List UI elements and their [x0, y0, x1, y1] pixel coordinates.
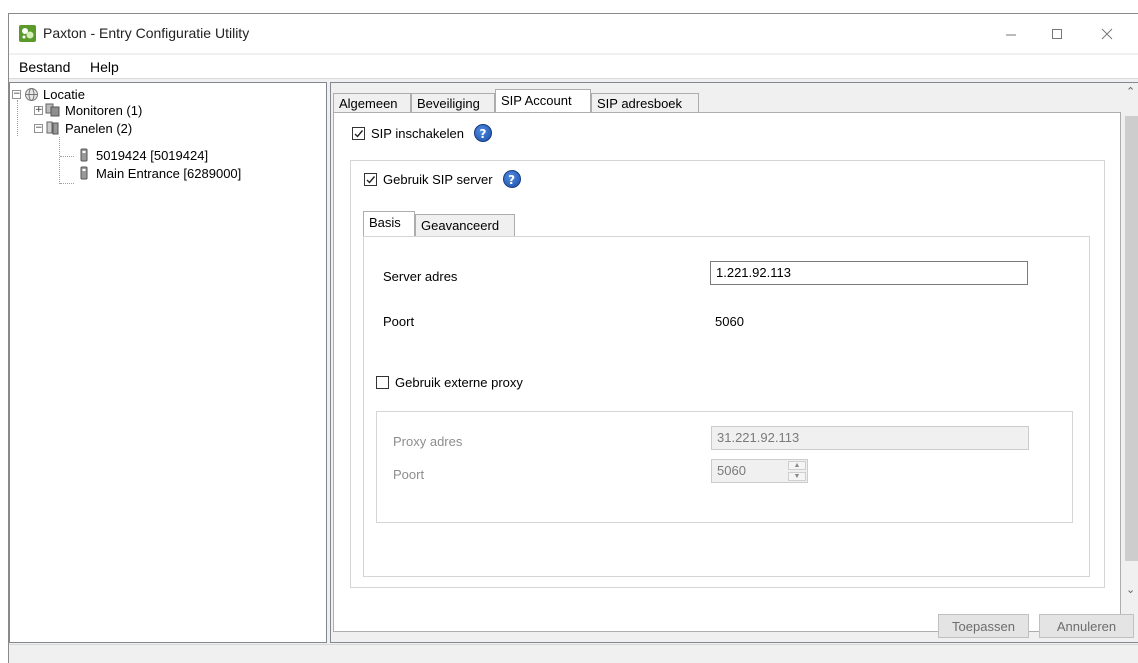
- help-icon[interactable]: ?: [502, 170, 521, 188]
- location-tree: − Locatie + Monitoren (1) − Panelen (2): [9, 82, 327, 643]
- tree-node-monitoren[interactable]: + Monitoren (1): [34, 102, 142, 118]
- proxy-address-label: Proxy adres: [393, 434, 463, 449]
- tab-sip-account[interactable]: SIP Account: [495, 89, 591, 113]
- tab-beveiliging[interactable]: Beveiliging: [411, 93, 495, 113]
- external-proxy-label: Gebruik externe proxy: [395, 375, 523, 390]
- menu-bar: Bestand Help: [9, 55, 1138, 79]
- server-address-input[interactable]: 1.221.92.113: [710, 261, 1028, 285]
- sip-enable-label: SIP inschakelen: [371, 125, 464, 141]
- sip-enable-checkbox[interactable]: [352, 126, 365, 140]
- expand-icon[interactable]: +: [34, 105, 43, 115]
- external-proxy-row: Gebruik externe proxy: [376, 375, 523, 390]
- subtab-geavanceerd[interactable]: Geavanceerd: [415, 214, 515, 236]
- tree-connector: [59, 137, 60, 184]
- apply-button[interactable]: Toepassen: [938, 614, 1029, 638]
- status-bar: [9, 644, 1138, 663]
- panel-group-icon: [45, 120, 61, 136]
- tree-connector: [17, 100, 18, 136]
- window-title: Paxton - Entry Configuratie Utility: [43, 25, 250, 41]
- panel-icon: [76, 165, 92, 181]
- menu-bestand[interactable]: Bestand: [19, 59, 70, 75]
- cancel-button[interactable]: Annuleren: [1039, 614, 1134, 638]
- use-sip-server-row: Gebruik SIP server ?: [364, 170, 521, 188]
- tree-node-locatie[interactable]: − Locatie: [12, 86, 85, 102]
- app-window: Paxton - Entry Configuratie Utility Best…: [8, 13, 1138, 663]
- proxy-port-stepper[interactable]: 5060 ▲ ▼: [711, 459, 808, 483]
- tree-label-panelen: Panelen (2): [65, 120, 133, 136]
- collapse-icon[interactable]: −: [12, 89, 21, 99]
- minimize-icon: [1006, 34, 1016, 35]
- sip-enable-row: SIP inschakelen ?: [352, 124, 492, 142]
- close-button[interactable]: [1084, 14, 1130, 53]
- use-sip-server-checkbox[interactable]: [364, 172, 377, 186]
- proxy-port-label: Poort: [393, 467, 425, 482]
- port-spinner: ▲ ▼: [788, 460, 806, 482]
- tab-sip-adresboek[interactable]: SIP adresboek: [591, 93, 699, 113]
- proxy-address-input[interactable]: 31.221.92.113: [711, 426, 1029, 450]
- tree-node-panelen[interactable]: − Panelen (2): [34, 120, 132, 136]
- tree-connector: [60, 156, 74, 157]
- tree-connector: [60, 183, 74, 184]
- port-value: 5060: [715, 314, 744, 329]
- checkmark-icon: [366, 175, 376, 184]
- monitor-group-icon: [45, 102, 61, 118]
- scroll-up-icon[interactable]: ⌃: [1126, 85, 1135, 98]
- close-icon: [1101, 28, 1113, 39]
- minimize-button[interactable]: [988, 14, 1034, 53]
- spin-down-icon[interactable]: ▼: [788, 472, 806, 481]
- tab-algemeen[interactable]: Algemeen: [333, 93, 411, 113]
- maximize-button[interactable]: [1034, 14, 1080, 53]
- basis-panel: Server adres 1.221.92.113 Poort 5060 Geb…: [363, 236, 1090, 577]
- proxy-group: Proxy adres 31.221.92.113 Poort 5060 ▲ ▼: [376, 411, 1073, 523]
- tree-label-panel: 5019424 [5019424]: [96, 147, 209, 163]
- maximize-icon: [1052, 28, 1062, 39]
- collapse-icon[interactable]: −: [34, 123, 43, 133]
- use-sip-server-label: Gebruik SIP server: [383, 171, 493, 187]
- spin-up-icon[interactable]: ▲: [788, 461, 806, 470]
- sip-server-group: Gebruik SIP server ? Basis Geavanceerd S…: [350, 160, 1105, 588]
- globe-icon: [23, 86, 39, 102]
- server-address-label: Server adres: [383, 269, 458, 284]
- tree-node-panel-5019424[interactable]: 5019424 [5019424]: [76, 147, 208, 163]
- subtab-basis[interactable]: Basis: [363, 211, 415, 237]
- tree-label-monitoren: Monitoren (1): [65, 102, 143, 118]
- proxy-port-value: 5060: [717, 463, 746, 478]
- paxton-app-icon: [19, 25, 36, 42]
- scroll-thumb[interactable]: [1125, 116, 1138, 561]
- scroll-down-icon[interactable]: ⌄: [1126, 583, 1135, 596]
- help-icon[interactable]: ?: [474, 124, 492, 142]
- sip-account-panel: SIP inschakelen ? Gebruik SIP server ? B…: [333, 112, 1121, 632]
- panel-icon: [76, 147, 92, 163]
- checkmark-icon: [354, 129, 364, 138]
- tree-node-panel-main-entrance[interactable]: Main Entrance [6289000]: [76, 165, 241, 181]
- port-label: Poort: [383, 314, 415, 329]
- menu-help[interactable]: Help: [90, 59, 119, 75]
- tree-label-panel: Main Entrance [6289000]: [96, 165, 242, 181]
- external-proxy-checkbox[interactable]: [376, 376, 389, 389]
- settings-pane: Algemeen Beveiliging SIP Account SIP adr…: [330, 82, 1138, 643]
- vertical-scrollbar[interactable]: ⌃ ⌄: [1123, 83, 1138, 603]
- title-bar: Paxton - Entry Configuratie Utility: [9, 14, 1138, 53]
- tree-label-locatie: Locatie: [43, 86, 85, 102]
